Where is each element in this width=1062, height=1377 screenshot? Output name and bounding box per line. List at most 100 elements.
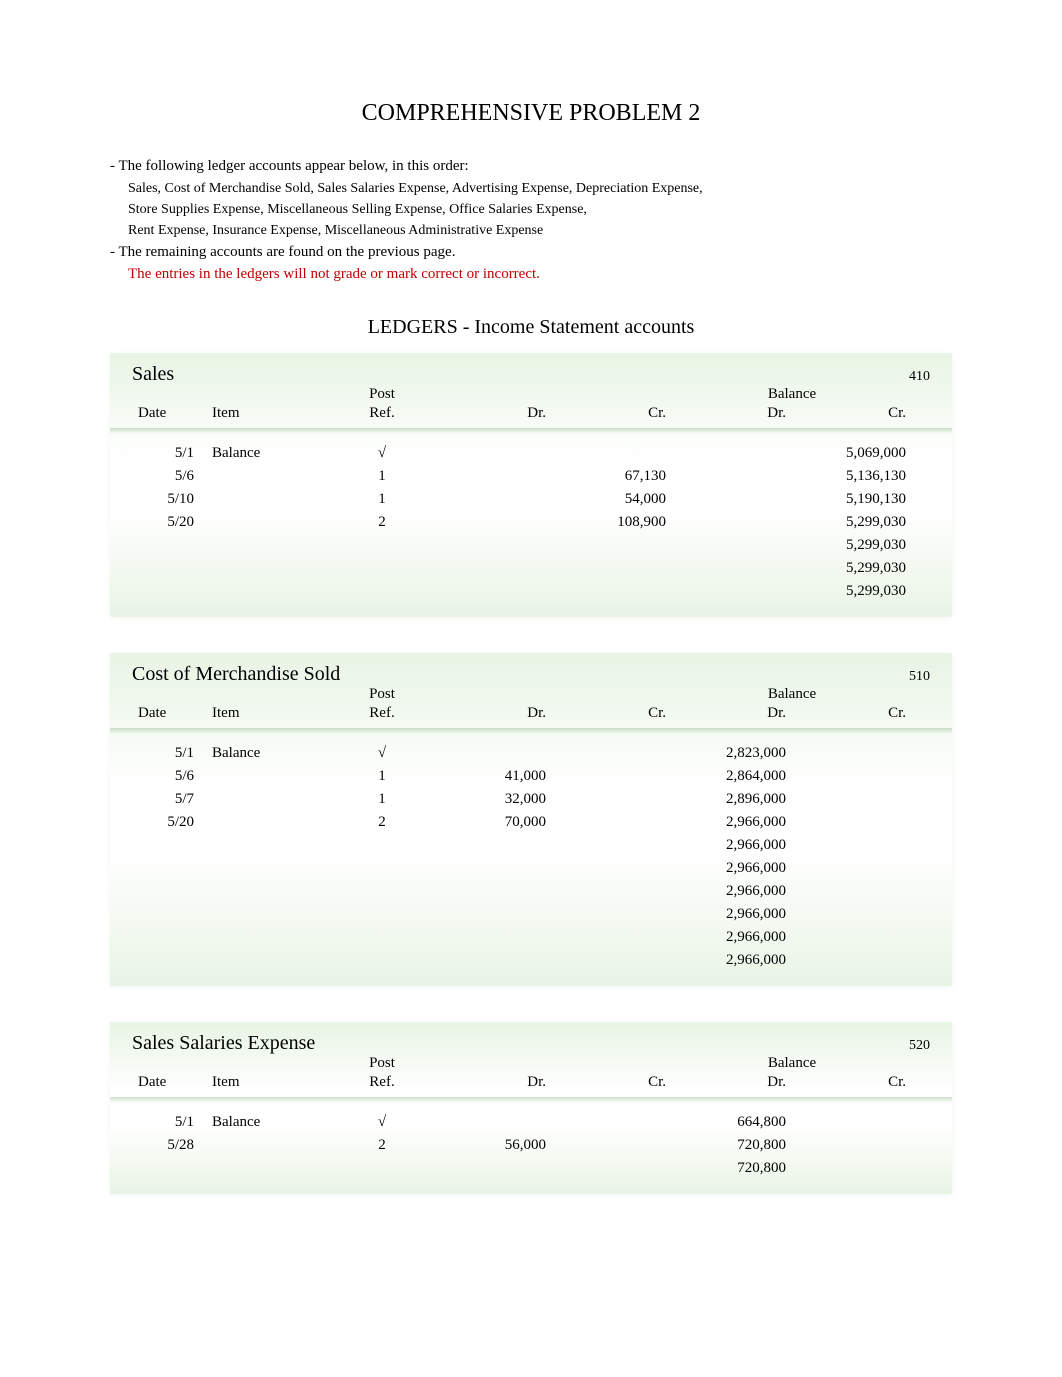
col-ref: Ref. xyxy=(332,405,432,422)
cell-bal-dr: 664,800 xyxy=(672,1114,792,1131)
cell-bal-dr: 2,966,000 xyxy=(672,814,792,831)
cell-item xyxy=(212,791,332,808)
cell-item xyxy=(212,952,332,969)
ledger-number: 410 xyxy=(909,369,930,385)
intro-bullet-2: - The remaining accounts are found on th… xyxy=(110,241,952,264)
cell-dr: 70,000 xyxy=(432,814,552,831)
cell-bal-cr: 5,299,030 xyxy=(792,514,912,531)
cell-date xyxy=(132,837,212,854)
cell-date xyxy=(132,906,212,923)
cell-date xyxy=(132,560,212,577)
column-header-upper: PostBalance xyxy=(132,1055,930,1072)
section-heading: LEDGERS - Income Statement accounts xyxy=(110,316,952,339)
cell-bal-cr xyxy=(792,906,912,923)
ledger-row: 2,966,000 xyxy=(132,903,930,926)
cell-date: 5/10 xyxy=(132,491,212,508)
cell-ref xyxy=(332,860,432,877)
cell-cr xyxy=(552,952,672,969)
cell-item xyxy=(212,537,332,554)
cell-bal-cr xyxy=(792,1114,912,1131)
cell-ref xyxy=(332,583,432,600)
cell-bal-cr: 5,299,030 xyxy=(792,537,912,554)
cell-date: 5/7 xyxy=(132,791,212,808)
cell-dr xyxy=(432,883,552,900)
column-header: DateItemRef.Dr.Cr.Dr.Cr. xyxy=(132,403,930,428)
cell-cr xyxy=(552,445,672,462)
cell-ref xyxy=(332,560,432,577)
col-item: Item xyxy=(212,705,332,722)
cell-date xyxy=(132,583,212,600)
col-cr: Cr. xyxy=(552,1074,672,1091)
cell-item: Balance xyxy=(212,1114,332,1131)
ledger-name: Cost of Merchandise Sold xyxy=(132,663,340,686)
col-bal-cr: Cr. xyxy=(792,405,912,422)
cell-cr xyxy=(552,929,672,946)
ledger-row: 5/1Balance√5,069,000 xyxy=(132,442,930,465)
col-dr: Dr. xyxy=(432,1074,552,1091)
col-ref: Ref. xyxy=(332,705,432,722)
cell-item xyxy=(212,906,332,923)
col-bal-dr: Dr. xyxy=(672,405,792,422)
cell-ref: 1 xyxy=(332,468,432,485)
cell-date: 5/20 xyxy=(132,514,212,531)
col-post: Post xyxy=(332,1055,432,1072)
cell-item xyxy=(212,929,332,946)
cell-ref xyxy=(332,537,432,554)
cell-dr xyxy=(432,906,552,923)
cell-bal-cr: 5,069,000 xyxy=(792,445,912,462)
ledger-row: 5/1Balance√ 664,800 xyxy=(132,1111,930,1134)
ledger-name: Sales xyxy=(132,363,174,386)
ledger-row: 5/28256,000720,800 xyxy=(132,1134,930,1157)
cell-item: Balance xyxy=(212,445,332,462)
cell-cr: 108,900 xyxy=(552,514,672,531)
column-header: DateItemRef.Dr.Cr.Dr.Cr. xyxy=(132,703,930,728)
ledger-row: 2,966,000 xyxy=(132,857,930,880)
ledger-row: 5/1Balance√2,823,000 xyxy=(132,742,930,765)
intro-block: - The following ledger accounts appear b… xyxy=(110,155,952,286)
cell-ref xyxy=(332,929,432,946)
cell-item xyxy=(212,837,332,854)
cell-dr xyxy=(432,583,552,600)
ledger-row: 5,299,030 xyxy=(132,580,930,603)
cell-cr xyxy=(552,1114,672,1131)
cell-item xyxy=(212,468,332,485)
cell-bal-cr xyxy=(792,814,912,831)
cell-cr xyxy=(552,537,672,554)
ledger-row: 5/202108,9005,299,030 xyxy=(132,511,930,534)
cell-date xyxy=(132,883,212,900)
ledger-rows: 5/1Balance√2,823,0005/6141,0002,864,0005… xyxy=(132,734,930,972)
ledger-row: 5/20270,0002,966,000 xyxy=(132,811,930,834)
cell-item: Balance xyxy=(212,745,332,762)
cell-ref: √ xyxy=(332,1114,432,1131)
cell-dr xyxy=(432,837,552,854)
ledger-row: 5,299,030 xyxy=(132,534,930,557)
col-date: Date xyxy=(132,1074,212,1091)
cell-bal-dr xyxy=(672,468,792,485)
cell-dr xyxy=(432,860,552,877)
cell-date: 5/1 xyxy=(132,1114,212,1131)
col-bal-cr: Cr. xyxy=(792,1074,912,1091)
cell-bal-cr xyxy=(792,745,912,762)
cell-date xyxy=(132,952,212,969)
cell-item xyxy=(212,1137,332,1154)
cell-item xyxy=(212,860,332,877)
col-item: Item xyxy=(212,405,332,422)
cell-dr: 41,000 xyxy=(432,768,552,785)
cell-dr xyxy=(432,468,552,485)
cell-bal-cr: 5,136,130 xyxy=(792,468,912,485)
col-dr: Dr. xyxy=(432,405,552,422)
cell-bal-dr xyxy=(672,445,792,462)
cell-ref xyxy=(332,1160,432,1177)
cell-date: 5/28 xyxy=(132,1137,212,1154)
cell-bal-dr xyxy=(672,537,792,554)
col-dr: Dr. xyxy=(432,705,552,722)
ledger-row: 2,966,000 xyxy=(132,834,930,857)
cell-bal-dr: 2,823,000 xyxy=(672,745,792,762)
ledger-row: 720,800 xyxy=(132,1157,930,1180)
col-cr: Cr. xyxy=(552,405,672,422)
cell-dr xyxy=(432,445,552,462)
col-date: Date xyxy=(132,405,212,422)
ledger-number: 510 xyxy=(909,669,930,685)
cell-ref: 1 xyxy=(332,491,432,508)
cell-date: 5/6 xyxy=(132,768,212,785)
